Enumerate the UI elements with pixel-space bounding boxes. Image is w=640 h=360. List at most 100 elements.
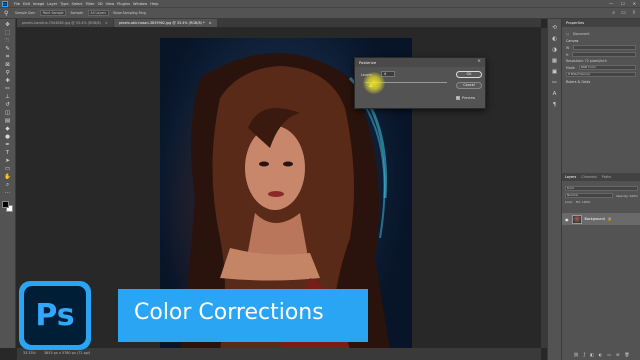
more-tools-icon[interactable]: ⋯ [3,190,13,197]
blur-tool-icon[interactable]: ◆ [3,126,13,133]
trash-icon[interactable]: 🗑 [624,352,629,360]
photoshop-logo-text: Ps [35,298,75,333]
tab-channels[interactable]: Channels [581,173,597,181]
share-icon[interactable]: ⇪ [632,10,636,16]
path-select-tool-icon[interactable]: ➤ [3,158,13,165]
color-swatches[interactable] [1,201,14,213]
clone-stamp-tool-icon[interactable]: ⊥ [3,94,13,101]
menu-layer[interactable]: Layer [47,2,57,6]
history-brush-tool-icon[interactable]: ↺ [3,102,13,109]
menu-view[interactable]: View [106,2,115,6]
foreground-color-swatch[interactable] [1,201,9,208]
height-field[interactable] [572,52,636,57]
folder-icon[interactable]: ▭ [607,352,611,360]
frame-tool-icon[interactable]: ⊠ [3,62,13,69]
opacity-field[interactable]: Opacity: 100% [616,194,638,198]
sample-layers-select[interactable]: All Layers [87,10,110,16]
color-panel-icon[interactable]: ◑ [552,47,557,53]
document-icon: ▢ [566,32,570,36]
mode-select[interactable]: RGB Color [578,65,636,70]
search-icon[interactable]: ⌕ [612,10,615,16]
menu-window[interactable]: Window [133,2,147,6]
menu-image[interactable]: Image [33,2,44,6]
character-panel-icon[interactable]: A [553,91,557,97]
preview-check-icon[interactable]: ✓ [456,96,460,100]
eyedropper-icon[interactable]: ⚲ [4,10,11,17]
tab-layers[interactable]: Layers [565,173,576,181]
close-tab-icon[interactable]: × [105,21,108,25]
minimize-button[interactable]: — [609,1,613,6]
libraries-panel-icon[interactable]: ▣ [552,69,557,75]
eyedropper-tool-icon[interactable]: ⚲ [3,70,13,77]
dialog-close-icon[interactable]: × [477,59,481,64]
dodge-tool-icon[interactable]: ● [3,134,13,141]
close-tab-icon[interactable]: × [209,21,212,25]
document-tab-active[interactable]: pexels-abir-hasan-3839962.jpg @ 33.4% (R… [113,19,217,27]
eye-icon[interactable]: ◉ [565,217,569,222]
layer-kind-filter[interactable]: Kind [565,186,638,191]
new-layer-icon[interactable]: ⊞ [616,352,619,360]
close-window-button[interactable]: ✕ [633,1,636,6]
options-right: ⌕ ▭ ⇪ [612,10,636,16]
sample-size-select[interactable]: Point Sample [39,10,67,16]
paragraph-panel-icon[interactable]: ¶ [553,102,557,108]
gradient-tool-icon[interactable]: ▤ [3,118,13,125]
hand-tool-icon[interactable]: ✋ [3,174,13,181]
lasso-tool-icon[interactable]: ➰ [3,38,13,45]
window-controls: — ☐ ✕ [609,1,636,6]
adjustment-layer-icon[interactable]: ◐ [599,352,603,360]
eraser-tool-icon[interactable]: ◫ [3,110,13,117]
banner-title: Color Corrections [134,300,324,325]
photoshop-app-icon[interactable]: Ps [2,0,8,7]
depth-select[interactable]: 8 Bits/Channel [566,72,636,77]
brush-tool-icon[interactable]: ✏ [3,86,13,93]
properties-panel-title[interactable]: Properties [562,19,640,27]
blend-mode-select[interactable]: Normal [565,193,614,198]
swatches-panel-icon[interactable]: ▦ [552,58,557,64]
workspace-icon[interactable]: ▭ [621,10,626,16]
fx-icon[interactable]: ƒ [584,352,585,360]
layer-row[interactable]: ◉ Background 🔒 [562,213,640,225]
cursor-highlight [363,72,385,94]
history-panel-icon[interactable]: ⟲ [552,25,557,31]
menu-file[interactable]: File [14,2,20,6]
cancel-button[interactable]: Cancel [456,82,482,89]
ok-button[interactable]: OK [456,71,482,78]
photoshop-logo: Ps [19,281,91,350]
layer-name: Background [584,217,605,221]
type-tool-icon[interactable]: T [3,150,13,157]
marquee-tool-icon[interactable]: ⬚ [3,30,13,37]
show-sampling-ring-checkbox[interactable]: Show Sampling Ring [113,11,146,15]
menu-plugins[interactable]: Plugins [117,2,130,6]
menu-help[interactable]: Help [150,2,158,6]
quick-select-tool-icon[interactable]: ✎ [3,46,13,53]
mask-icon[interactable]: ◧ [590,352,594,360]
maximize-button[interactable]: ☐ [621,1,625,6]
healing-brush-tool-icon[interactable]: ✚ [3,78,13,85]
adjustments-panel-icon[interactable]: ◐ [552,36,557,42]
options-bar: ⚲ Sample Size: Point Sample Sample: All … [0,8,640,19]
menu-edit[interactable]: Edit [23,2,30,6]
fill-field[interactable]: Fill: 100% [576,200,591,204]
layers-footer: ⛓ ƒ ◧ ◐ ▭ ⊞ 🗑 [562,352,640,360]
rulers-grids-heading[interactable]: Rulers & Grids [566,80,636,84]
menu-select[interactable]: Select [72,2,83,6]
menu-3d[interactable]: 3D [98,2,103,6]
crop-tool-icon[interactable]: ⌗ [3,54,13,61]
move-tool-icon[interactable]: ✥ [3,22,13,29]
pen-tool-icon[interactable]: ✒ [3,142,13,149]
brush-panel-icon[interactable]: ✏ [552,80,557,86]
menu-bar: Ps File Edit Image Layer Type Select Fil… [0,0,640,8]
preview-checkbox[interactable]: ✓ Preview [456,96,475,100]
photoshop-logo-inner: Ps [24,286,86,345]
shape-tool-icon[interactable]: ▭ [3,166,13,173]
menu-filter[interactable]: Filter [86,2,95,6]
document-tab[interactable]: pexels-karolina-7004862.jpg @ 33.4% (RGB… [17,19,113,27]
tab-paths[interactable]: Paths [602,173,611,181]
width-field[interactable] [573,45,636,50]
link-icon[interactable]: ⛓ [574,352,579,360]
menu-type[interactable]: Type [60,2,68,6]
zoom-level[interactable]: 33.33% [23,351,36,357]
zoom-tool-icon[interactable]: ⌕ [3,182,13,189]
canvas-section-heading[interactable]: Canvas [566,39,636,43]
